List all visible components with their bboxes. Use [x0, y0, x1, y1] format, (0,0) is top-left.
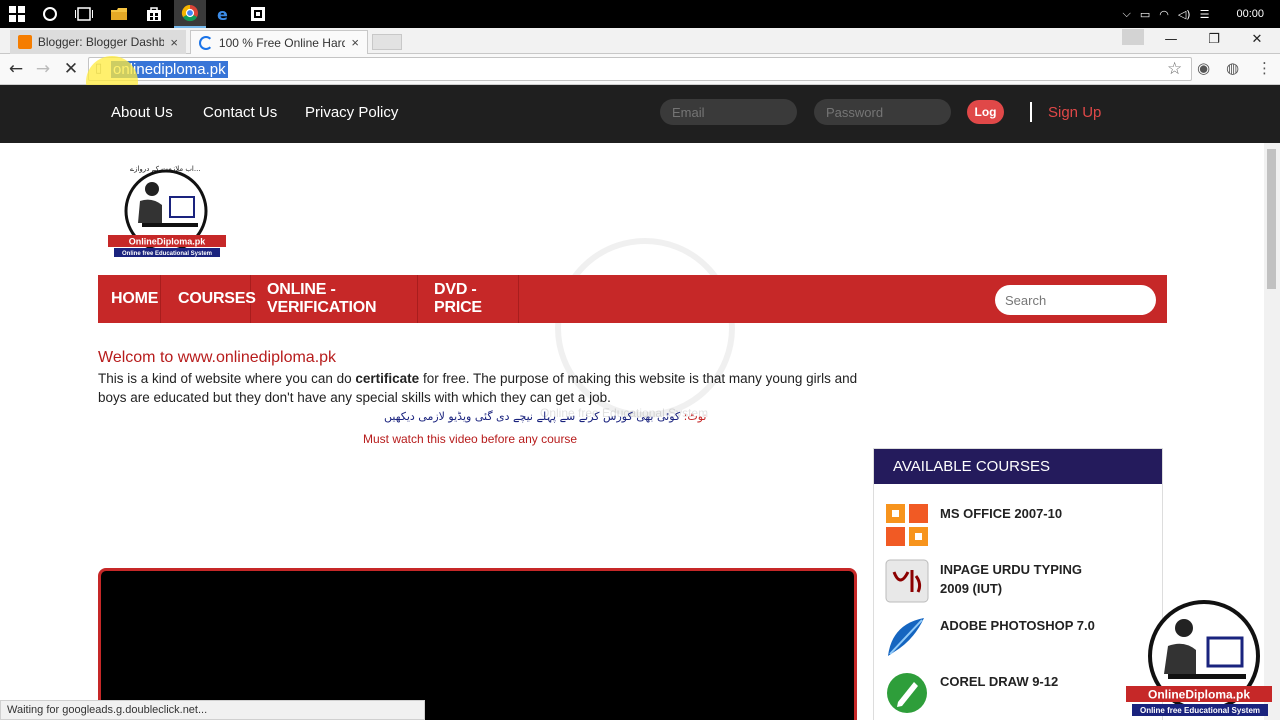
profile-icon[interactable]: [1122, 29, 1144, 45]
main-nav: HOME COURSES ONLINE - VERIFICATION DVD -…: [98, 275, 1167, 323]
bookmark-star-icon[interactable]: ☆: [1167, 59, 1182, 79]
address-bar[interactable]: ▯ onlinediploma.pk ☆: [88, 57, 1192, 81]
chrome-icon[interactable]: [174, 0, 206, 28]
windows-start-icon[interactable]: [7, 4, 27, 24]
wifi-icon[interactable]: ◠: [1159, 8, 1169, 21]
email-input[interactable]: [660, 99, 797, 125]
windows-taskbar: e ⌵ ▭ ◠ ◁) ☰ 00:00: [0, 0, 1280, 28]
about-us-link[interactable]: About Us: [111, 104, 173, 121]
course-name: COREL DRAW 9-12: [940, 674, 1059, 689]
close-tab-icon[interactable]: ×: [170, 35, 178, 50]
password-input[interactable]: [814, 99, 951, 125]
extension-icon[interactable]: ◉: [1197, 59, 1210, 77]
page-content: Online free Educational System اب ملازمت…: [0, 143, 1264, 720]
urdu-note: نوٹ: کوئی بھی کورس کرنے سے پہلے نیچے دی …: [384, 410, 706, 423]
nav-courses[interactable]: COURSES: [161, 275, 256, 323]
browser-status-bar: Waiting for googleads.g.doubleclick.net.…: [0, 700, 425, 720]
tab-title: Blogger: Blogger Dashbo: [37, 35, 165, 49]
tab-onlinediploma[interactable]: 100 % Free Online Hardw ×: [190, 30, 368, 54]
app-icon[interactable]: [248, 4, 268, 24]
corner-logo-subtitle: Online free Educational System: [1140, 706, 1260, 715]
restore-icon[interactable]: ❐: [1193, 28, 1235, 50]
video-player[interactable]: [98, 568, 857, 720]
battery-icon[interactable]: ▭: [1140, 8, 1150, 21]
site-logo[interactable]: اب ملازمت کے دروازے... OnlineDiploma.pk …: [108, 161, 226, 261]
welcome-heading: Welcom to www.onlinediploma.pk: [98, 349, 337, 366]
search-input[interactable]: Search: [995, 285, 1156, 315]
loading-spinner-icon: [199, 35, 213, 50]
urdu-note-label: نوٹ:: [683, 410, 707, 423]
nav-online-verification[interactable]: ONLINE - VERIFICATION: [251, 275, 418, 323]
course-item-inpage[interactable]: INPAGE URDU TYPING 2009 (IUT): [884, 558, 1159, 608]
store-icon[interactable]: [144, 4, 164, 24]
globe-icon[interactable]: ◍: [1226, 59, 1239, 77]
course-name: MS OFFICE 2007-10: [940, 506, 1063, 521]
login-button[interactable]: Log: [967, 100, 1004, 124]
chevron-up-icon[interactable]: ⌵: [1122, 7, 1130, 21]
blogger-favicon-icon: [18, 35, 32, 49]
urdu-note-text: کوئی بھی کورس کرنے سے پہلے نیچے دی گئی و…: [384, 410, 681, 423]
available-courses-panel: AVAILABLE COURSES MS OFFICE 2007-10 INPA…: [873, 448, 1163, 720]
course-name: ADOBE PHOTOSHOP 7.0: [940, 618, 1095, 633]
edge-icon[interactable]: e: [214, 4, 234, 24]
scroll-thumb[interactable]: [1267, 149, 1276, 289]
nav-dvd-price[interactable]: DVD - PRICE: [418, 275, 519, 323]
site-header: About Us Contact Us Privacy Policy Log S…: [0, 85, 1280, 143]
logo-brand: OnlineDiploma.pk: [129, 237, 207, 247]
back-arrow-icon[interactable]: ←: [5, 58, 27, 80]
minimize-icon[interactable]: —: [1150, 28, 1192, 50]
browser-toolbar: ← → ✕ ▯ onlinediploma.pk ☆ ◉ ◍ ⋮: [0, 54, 1280, 85]
course-item-photoshop[interactable]: ADOBE PHOTOSHOP 7.0: [884, 614, 1159, 664]
close-tab-icon[interactable]: ×: [351, 35, 359, 50]
corner-logo-brand: OnlineDiploma.pk: [1148, 688, 1250, 702]
course-item-coreldraw[interactable]: COREL DRAW 9-12: [884, 670, 1159, 720]
intro-bold: certificate: [355, 371, 420, 386]
new-tab-button[interactable]: [372, 34, 402, 50]
system-tray: ⌵ ▭ ◠ ◁) ☰ 00:00: [1122, 0, 1280, 28]
clock[interactable]: 00:00: [1236, 8, 1264, 20]
nav-home[interactable]: HOME: [98, 275, 161, 323]
cortana-icon[interactable]: [40, 4, 60, 24]
contact-us-link[interactable]: Contact Us: [203, 104, 277, 121]
coreldraw-icon: [887, 673, 927, 713]
tab-strip: Blogger: Blogger Dashbo × 100 % Free Onl…: [0, 28, 1280, 54]
inpage-icon: [885, 559, 929, 603]
task-view-icon[interactable]: [74, 4, 94, 24]
notifications-icon[interactable]: ☰: [1200, 8, 1210, 21]
must-watch-note: Must watch this video before any course: [363, 432, 578, 446]
stop-loading-icon[interactable]: ✕: [60, 58, 82, 80]
close-window-icon[interactable]: ✕: [1236, 28, 1278, 50]
intro-text-1: This is a kind of website where you can …: [98, 371, 356, 386]
intro-paragraph: This is a kind of website where you can …: [98, 369, 858, 407]
file-explorer-icon[interactable]: [109, 4, 129, 24]
forward-arrow-icon[interactable]: →: [32, 58, 54, 80]
course-item-ms-office[interactable]: MS OFFICE 2007-10: [884, 502, 1159, 552]
course-name: INPAGE URDU TYPING 2009 (IUT): [940, 562, 1083, 596]
tab-title: 100 % Free Online Hardw: [218, 35, 346, 50]
privacy-policy-link[interactable]: Privacy Policy: [305, 104, 398, 121]
menu-kebab-icon[interactable]: ⋮: [1257, 59, 1272, 77]
sign-up-link[interactable]: Sign Up: [1048, 104, 1101, 121]
office-icon: [886, 504, 928, 546]
volume-icon[interactable]: ◁): [1178, 8, 1191, 21]
courses-heading: AVAILABLE COURSES: [874, 449, 1162, 484]
header-divider: [1030, 102, 1032, 122]
corner-brand-logo: OnlineDiploma.pk Online free Educational…: [1126, 600, 1272, 716]
photoshop-feather-icon: [888, 618, 924, 656]
svg-text:e: e: [217, 5, 228, 23]
tab-blogger[interactable]: Blogger: Blogger Dashbo ×: [10, 30, 186, 54]
logo-subtitle: Online free Educational System: [122, 251, 212, 257]
